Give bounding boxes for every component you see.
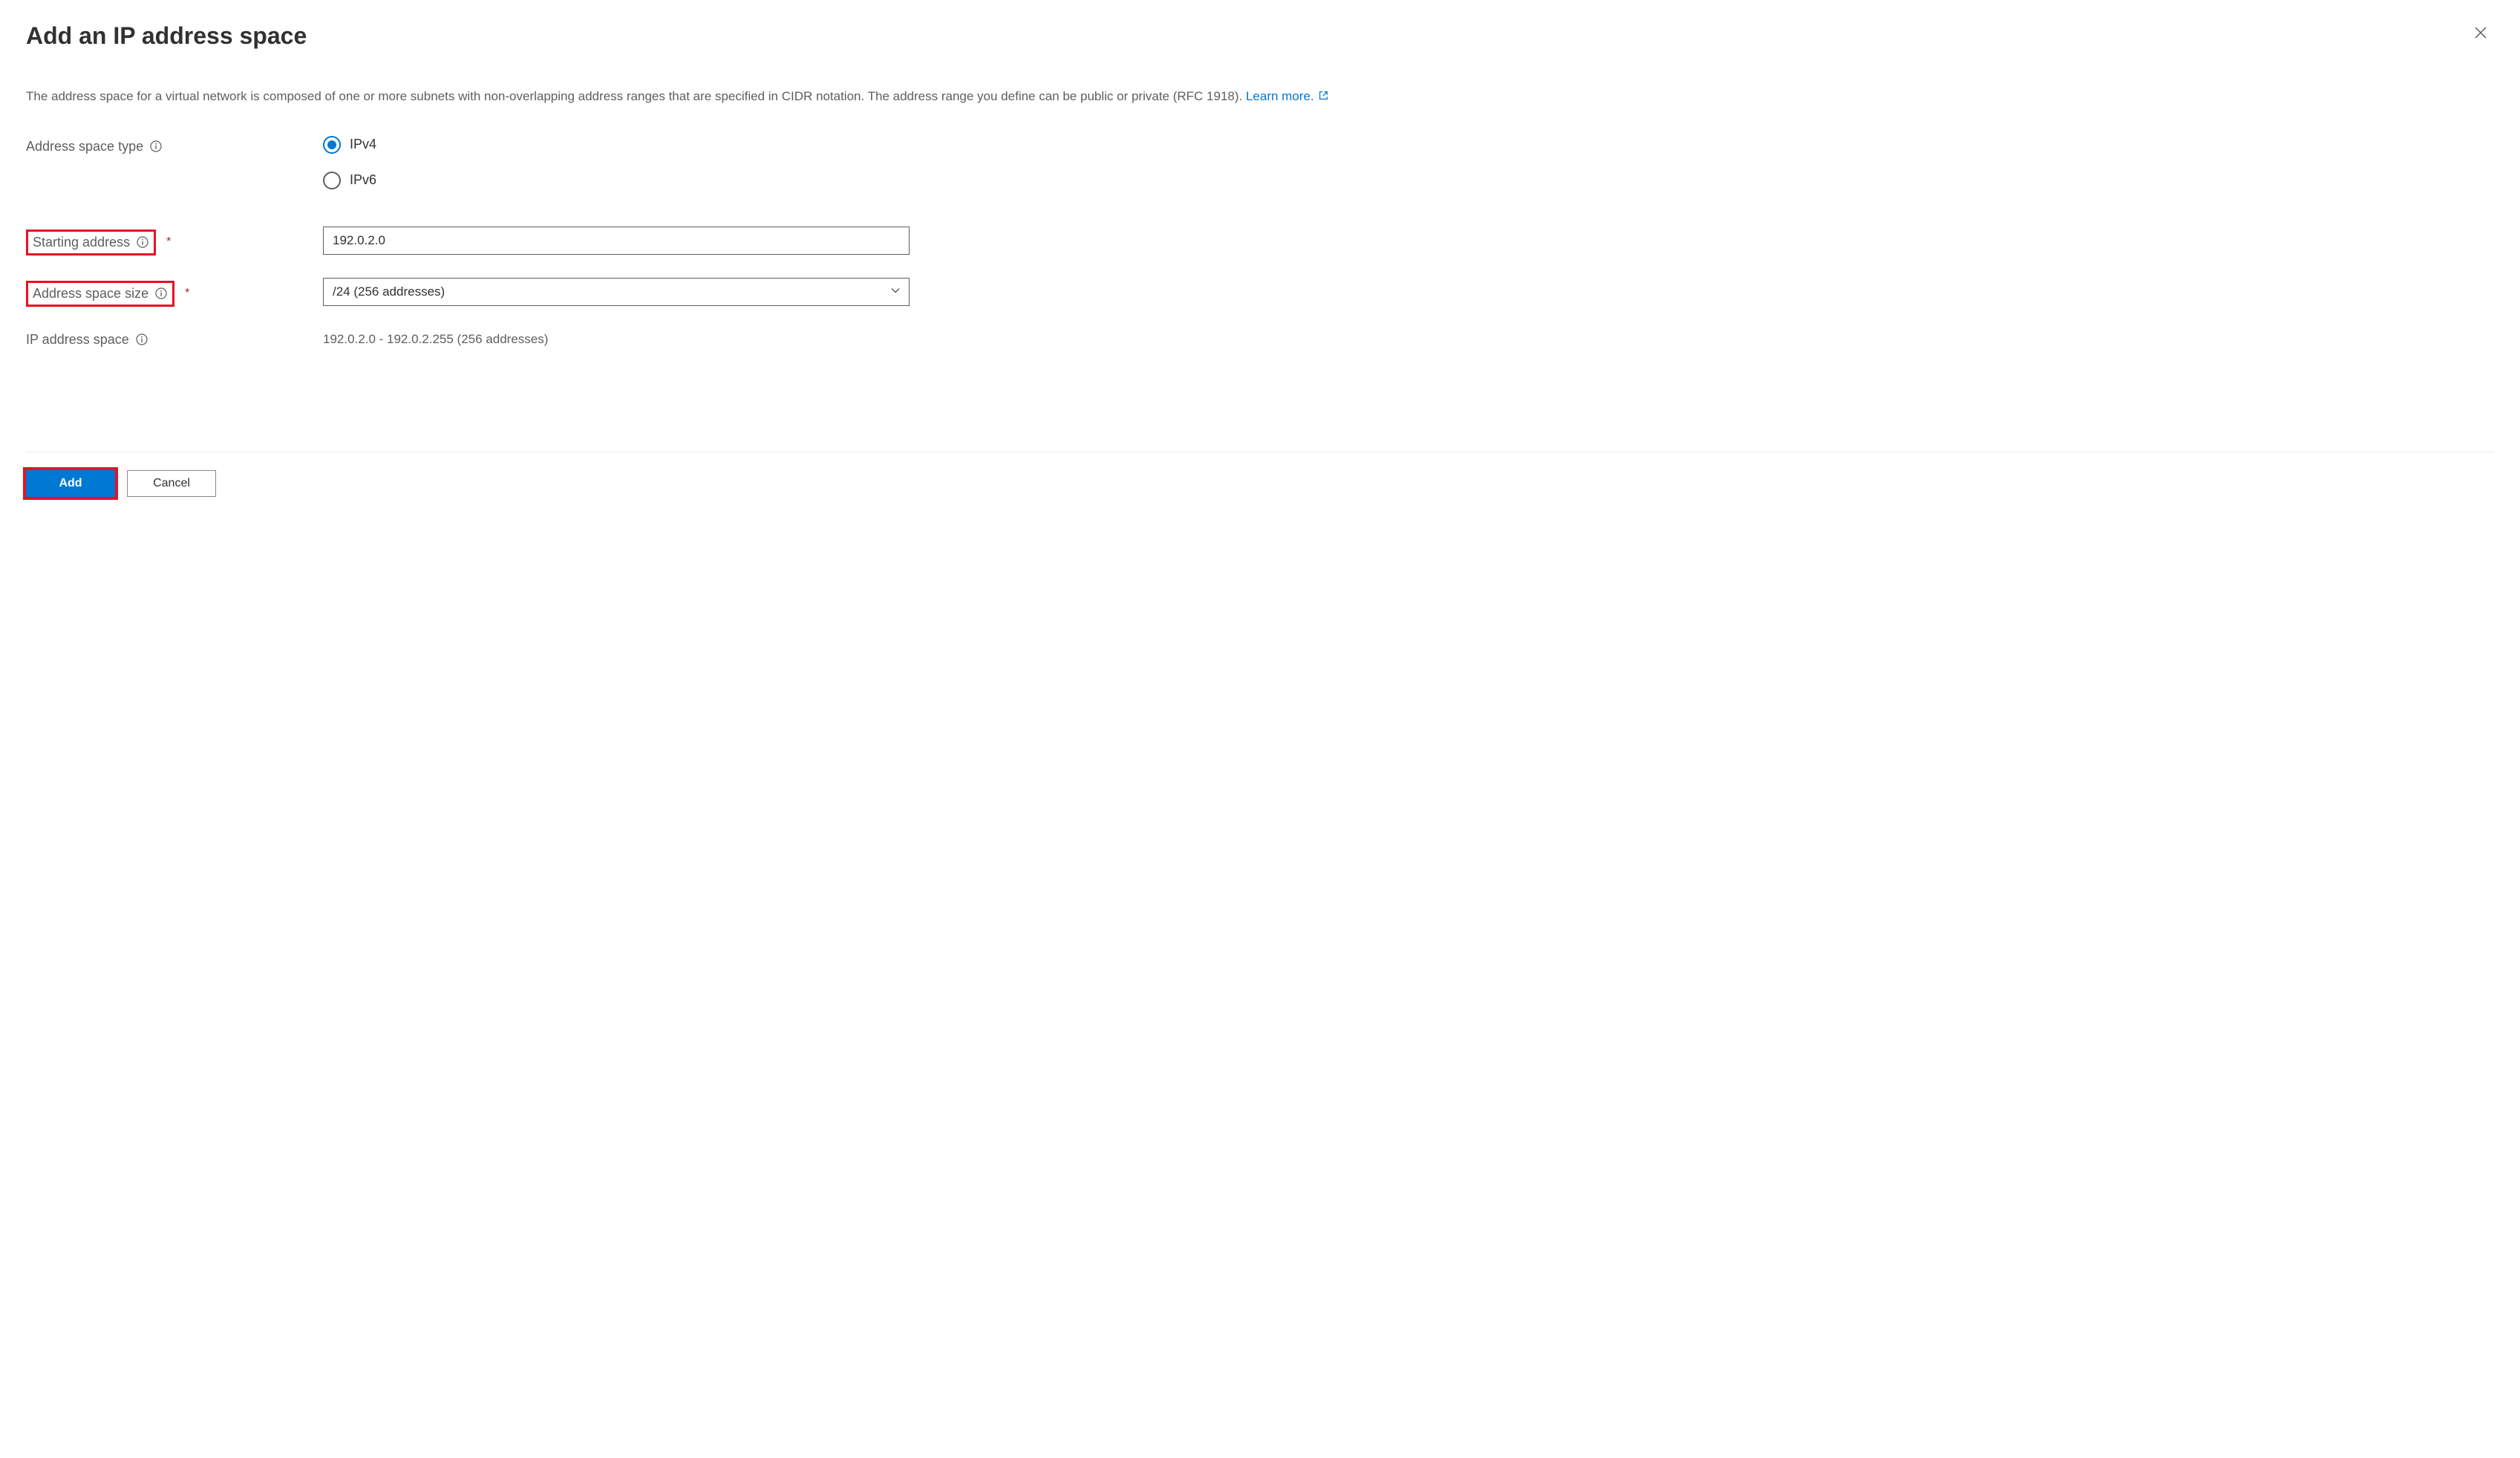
required-indicator: *: [185, 287, 189, 300]
radio-option-ipv4[interactable]: IPv4: [323, 136, 910, 154]
learn-more-link[interactable]: Learn more.: [1246, 89, 1328, 103]
close-icon: [2473, 25, 2488, 45]
radio-dot: [327, 140, 336, 149]
starting-address-label-col: Starting address *: [26, 227, 323, 256]
info-icon[interactable]: [154, 287, 168, 300]
starting-address-input[interactable]: [323, 227, 910, 255]
radio-label-ipv4: IPv4: [350, 137, 376, 152]
radio-circle-unchecked: [323, 172, 341, 189]
required-indicator: *: [166, 235, 171, 249]
panel-header: Add an IP address space: [26, 22, 2494, 50]
ip-address-space-label: IP address space: [26, 332, 129, 348]
address-space-type-radio-group: IPv4 IPv6: [323, 136, 910, 189]
address-space-size-dropdown-wrapper: /24 (256 addresses): [323, 278, 910, 306]
radio-label-ipv6: IPv6: [350, 172, 376, 188]
address-space-size-label-highlight: Address space size: [26, 281, 174, 307]
starting-address-label-highlight: Starting address: [26, 230, 156, 256]
ip-address-space-row: IP address space 192.0.2.0 - 192.0.2.255…: [26, 329, 2494, 348]
info-icon[interactable]: [135, 333, 148, 346]
info-icon[interactable]: [149, 140, 163, 153]
starting-address-row: Starting address *: [26, 227, 2494, 256]
description-body: The address space for a virtual network …: [26, 89, 1246, 103]
address-space-type-row: Address space type IPv4 IPv6: [26, 136, 2494, 189]
address-space-size-label: Address space size: [33, 286, 148, 302]
close-button[interactable]: [2467, 22, 2494, 47]
footer-buttons: Add Cancel: [26, 470, 2494, 497]
address-space-size-dropdown[interactable]: /24 (256 addresses): [323, 278, 910, 306]
address-space-type-label: Address space type: [26, 139, 143, 154]
starting-address-input-col: [323, 227, 910, 255]
starting-address-label: Starting address: [33, 235, 130, 250]
address-space-type-input-col: IPv4 IPv6: [323, 136, 910, 189]
description-text: The address space for a virtual network …: [26, 87, 2494, 106]
panel-title: Add an IP address space: [26, 22, 307, 50]
external-link-icon: [1319, 87, 1328, 106]
address-space-type-label-col: Address space type: [26, 136, 323, 154]
address-space-size-input-col: /24 (256 addresses): [323, 278, 910, 306]
radio-option-ipv6[interactable]: IPv6: [323, 172, 910, 189]
address-space-size-value: /24 (256 addresses): [333, 284, 445, 299]
radio-circle-checked: [323, 136, 341, 154]
address-space-size-row: Address space size * /24 (256 addresses): [26, 278, 2494, 307]
ip-address-space-value: 192.0.2.0 - 192.0.2.255 (256 addresses): [323, 329, 910, 347]
add-button[interactable]: Add: [26, 470, 115, 497]
info-icon[interactable]: [136, 235, 149, 249]
address-space-size-label-col: Address space size *: [26, 278, 323, 307]
cancel-button[interactable]: Cancel: [127, 470, 216, 497]
ip-address-space-label-col: IP address space: [26, 329, 323, 348]
learn-more-text: Learn more.: [1246, 89, 1314, 103]
ip-address-space-value-col: 192.0.2.0 - 192.0.2.255 (256 addresses): [323, 329, 910, 347]
